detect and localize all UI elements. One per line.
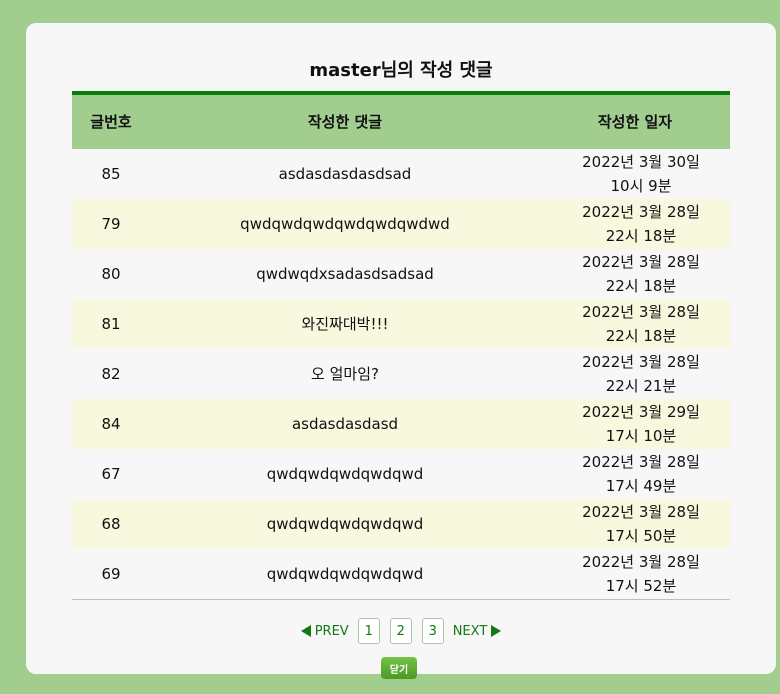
table-row[interactable]: 82 오 얼마임? 2022년 3월 28일 22시 21분 [72, 349, 730, 399]
table-header-row: 글번호 작성한 댓글 작성한 일자 [72, 93, 730, 149]
prev-page-button[interactable]: PREV [300, 623, 349, 639]
post-number-cell: 85 [101, 165, 121, 183]
post-number-cell: 81 [101, 315, 121, 333]
post-number-cell: 82 [101, 365, 121, 383]
comment-cell[interactable]: qwdqwdqwdqwdqwd [150, 449, 540, 499]
triangle-left-icon [300, 625, 311, 637]
page-1-button[interactable]: 1 [357, 618, 380, 644]
post-number-cell: 67 [101, 465, 121, 483]
date-cell: 2022년 3월 30일 10시 9분 [582, 153, 700, 195]
date-cell: 2022년 3월 28일 22시 18분 [582, 203, 700, 245]
dialog-title: master님의 작성 댓글 [309, 60, 493, 81]
table-row[interactable]: 80 qwdwqdxsadasdsadsad 2022년 3월 28일 22시 … [72, 249, 730, 299]
comment-cell[interactable]: asdasdasdasdsad [150, 149, 540, 199]
comment-cell[interactable]: qwdqwdqwdqwdqwd [150, 549, 540, 600]
date-cell: 2022년 3월 28일 17시 49분 [582, 453, 700, 495]
comment-cell[interactable]: asdasdasdasd [150, 399, 540, 449]
comments-table: 글번호 작성한 댓글 작성한 일자 85 asdasdasdasdsad 202… [72, 91, 730, 600]
close-button[interactable]: 닫기 [381, 657, 417, 679]
next-page-button[interactable]: NEXT [453, 624, 502, 639]
triangle-right-icon [491, 625, 502, 637]
comment-cell[interactable]: 오 얼마임? [150, 349, 540, 399]
date-cell: 2022년 3월 28일 22시 18분 [582, 303, 700, 345]
prev-label: PREV [314, 623, 349, 639]
table-row[interactable]: 81 와진짜대박!!! 2022년 3월 28일 22시 18분 [72, 299, 730, 349]
pagination: PREV 1 2 3 NEXT [26, 618, 776, 644]
table-row[interactable]: 85 asdasdasdasdsad 2022년 3월 30일 10시 9분 [72, 149, 730, 199]
header-comment: 작성한 댓글 [307, 113, 383, 131]
table-row[interactable]: 79 qwdqwdqwdqwdqwdqwdwd 2022년 3월 28일 22시… [72, 199, 730, 249]
table-row[interactable]: 69 qwdqwdqwdqwdqwd 2022년 3월 28일 17시 52분 [72, 549, 730, 600]
date-cell: 2022년 3월 29일 17시 10분 [582, 403, 700, 445]
comment-cell[interactable]: qwdqwdqwdqwdqwd [150, 499, 540, 549]
post-number-cell: 84 [101, 415, 121, 433]
table-row[interactable]: 67 qwdqwdqwdqwdqwd 2022년 3월 28일 17시 49분 [72, 449, 730, 499]
comments-dialog: master님의 작성 댓글 글번호 작성한 댓글 작성한 일자 85 asda… [26, 23, 776, 679]
date-cell: 2022년 3월 28일 22시 18분 [582, 253, 700, 295]
post-number-cell: 79 [101, 215, 121, 233]
post-number-cell: 69 [101, 565, 121, 583]
date-cell: 2022년 3월 28일 17시 50분 [582, 503, 700, 545]
date-cell: 2022년 3월 28일 22시 21분 [582, 353, 700, 395]
comment-cell[interactable]: qwdqwdqwdqwdqwdqwdwd [150, 199, 540, 249]
page-3-button[interactable]: 3 [421, 618, 444, 644]
table-row[interactable]: 84 asdasdasdasd 2022년 3월 29일 17시 10분 [72, 399, 730, 449]
post-number-cell: 80 [101, 265, 121, 283]
post-number-cell: 68 [101, 515, 121, 533]
comment-cell[interactable]: 와진짜대박!!! [150, 299, 540, 349]
header-date: 작성한 일자 [597, 113, 673, 131]
date-cell: 2022년 3월 28일 17시 52분 [582, 553, 700, 595]
page-2-button[interactable]: 2 [389, 618, 412, 644]
header-post-number: 글번호 [90, 113, 132, 131]
comment-cell[interactable]: qwdwqdxsadasdsadsad [150, 249, 540, 299]
table-row[interactable]: 68 qwdqwdqwdqwdqwd 2022년 3월 28일 17시 50분 [72, 499, 730, 549]
next-label: NEXT [452, 623, 488, 639]
